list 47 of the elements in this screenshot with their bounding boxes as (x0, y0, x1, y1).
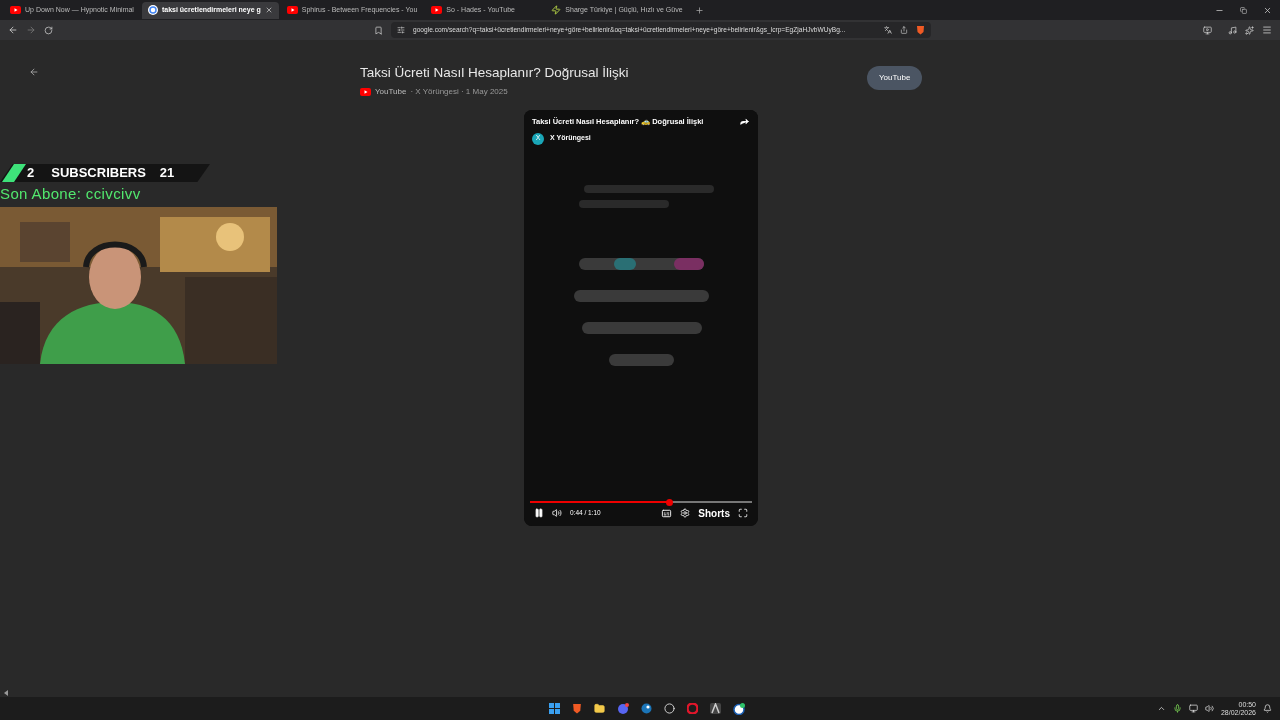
notification-icon[interactable] (1263, 704, 1272, 713)
pause-icon[interactable] (534, 508, 544, 519)
site-settings-icon[interactable] (397, 26, 405, 34)
progress-track[interactable] (530, 501, 752, 504)
microphone-icon[interactable] (1172, 704, 1182, 713)
source-chip[interactable]: YouTube (867, 66, 923, 90)
new-tab-icon[interactable] (694, 5, 704, 15)
letter-a-app-icon[interactable] (710, 703, 722, 714)
network-icon[interactable] (1188, 704, 1198, 713)
music-icon[interactable] (1228, 25, 1237, 35)
video-logo-icon (360, 88, 371, 97)
volume-icon[interactable] (1204, 704, 1214, 713)
sparkle-icon[interactable] (1245, 25, 1254, 35)
restore-icon[interactable] (1240, 6, 1247, 14)
volume-icon[interactable] (552, 508, 562, 519)
start-icon[interactable] (549, 703, 561, 714)
share-icon[interactable] (739, 116, 750, 128)
captions-icon[interactable] (661, 507, 673, 519)
source-name: YouTube (375, 86, 407, 99)
translate-icon[interactable] (884, 26, 892, 34)
subscriber-goal: 21 (159, 164, 175, 183)
last-subscriber: Son Abone: ccivcivv (0, 184, 142, 204)
menu-icon[interactable] (1262, 25, 1272, 35)
progress-thumb[interactable] (666, 498, 674, 506)
result-meta: · X Yörüngesi · 1 May 2025 (410, 86, 508, 99)
video-logo-icon (431, 6, 443, 14)
screen-icon[interactable] (1203, 25, 1212, 35)
settings-icon[interactable] (680, 508, 691, 519)
reload-icon[interactable] (44, 25, 53, 35)
stripe-icon (2, 164, 26, 182)
back-icon[interactable] (8, 25, 18, 35)
folder-icon[interactable] (594, 703, 606, 714)
fullscreen-icon[interactable] (738, 508, 748, 519)
shorts-button[interactable]: Shorts (698, 505, 730, 521)
bookmark-icon[interactable] (374, 25, 383, 35)
back-icon[interactable] (29, 67, 39, 77)
close-icon[interactable] (1263, 5, 1272, 15)
scroll-left-icon[interactable] (4, 690, 9, 696)
video-logo-icon (10, 6, 21, 14)
video-logo-icon (286, 6, 298, 14)
close-tab-icon[interactable] (264, 6, 273, 14)
subscriber-label: SUBSCRIBERS (51, 164, 146, 183)
chat-bubble-icon[interactable] (733, 702, 746, 715)
tray-expand-icon[interactable] (1156, 704, 1166, 713)
result-title[interactable]: Taksi Ücreti Nasıl Hesaplanır? Doğrusal İlişki (360, 63, 867, 84)
bolt-icon (551, 5, 562, 15)
subscriber-count: 2 (27, 164, 35, 183)
